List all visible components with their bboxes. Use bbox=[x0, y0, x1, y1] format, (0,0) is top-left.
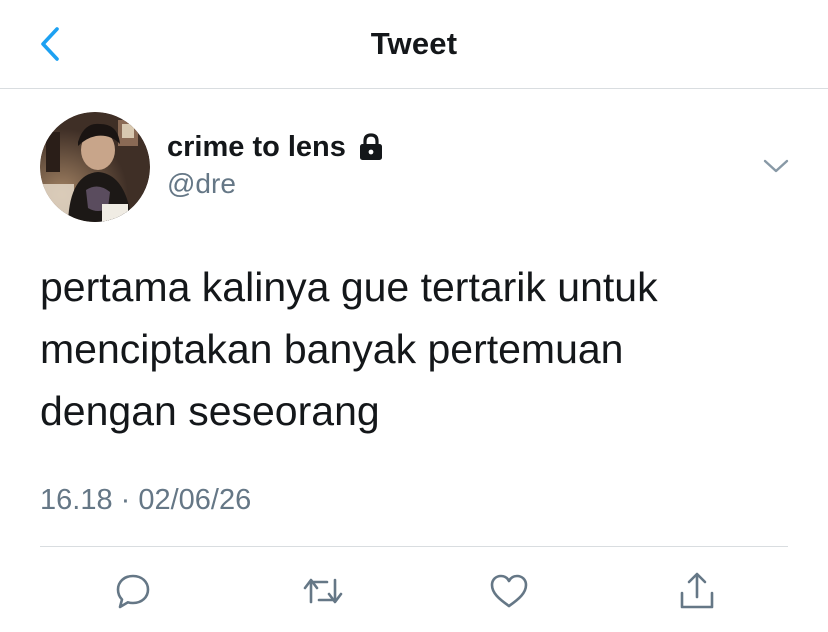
lock-icon bbox=[359, 133, 382, 160]
like-button[interactable] bbox=[484, 566, 534, 616]
tweet-actions bbox=[0, 566, 828, 616]
author-row[interactable]: crime to lens bbox=[167, 128, 386, 166]
chevron-down-icon bbox=[763, 159, 789, 173]
page-title: Tweet bbox=[370, 26, 458, 61]
retweet-icon bbox=[303, 578, 343, 604]
user-handle: @dre bbox=[167, 168, 236, 199]
share-button[interactable] bbox=[672, 566, 722, 616]
share-icon bbox=[680, 572, 714, 609]
display-name: crime to lens bbox=[167, 130, 346, 163]
reply-icon bbox=[116, 574, 150, 609]
tweet-detail-screen: Tweet crime to lens @dre pertama kalinya… bbox=[0, 0, 828, 632]
more-options-button[interactable] bbox=[758, 150, 794, 182]
tweet-text-line: menciptakan banyak pertemuan bbox=[40, 326, 624, 372]
avatar-image bbox=[40, 112, 150, 222]
tweet-text: pertama kalinya gue tertarik untuk menci… bbox=[40, 256, 800, 442]
divider bbox=[40, 546, 788, 547]
retweet-button[interactable] bbox=[298, 566, 348, 616]
reply-button[interactable] bbox=[108, 566, 158, 616]
navigation-bar: Tweet bbox=[0, 0, 828, 89]
tweet-text-line: dengan seseorang bbox=[40, 388, 380, 434]
tweet-timestamp: 16.18 · 02/06/26 bbox=[40, 484, 252, 516]
avatar[interactable] bbox=[40, 112, 150, 222]
heart-icon bbox=[490, 574, 528, 608]
tweet-text-line: pertama kalinya gue tertarik untuk bbox=[40, 264, 658, 310]
